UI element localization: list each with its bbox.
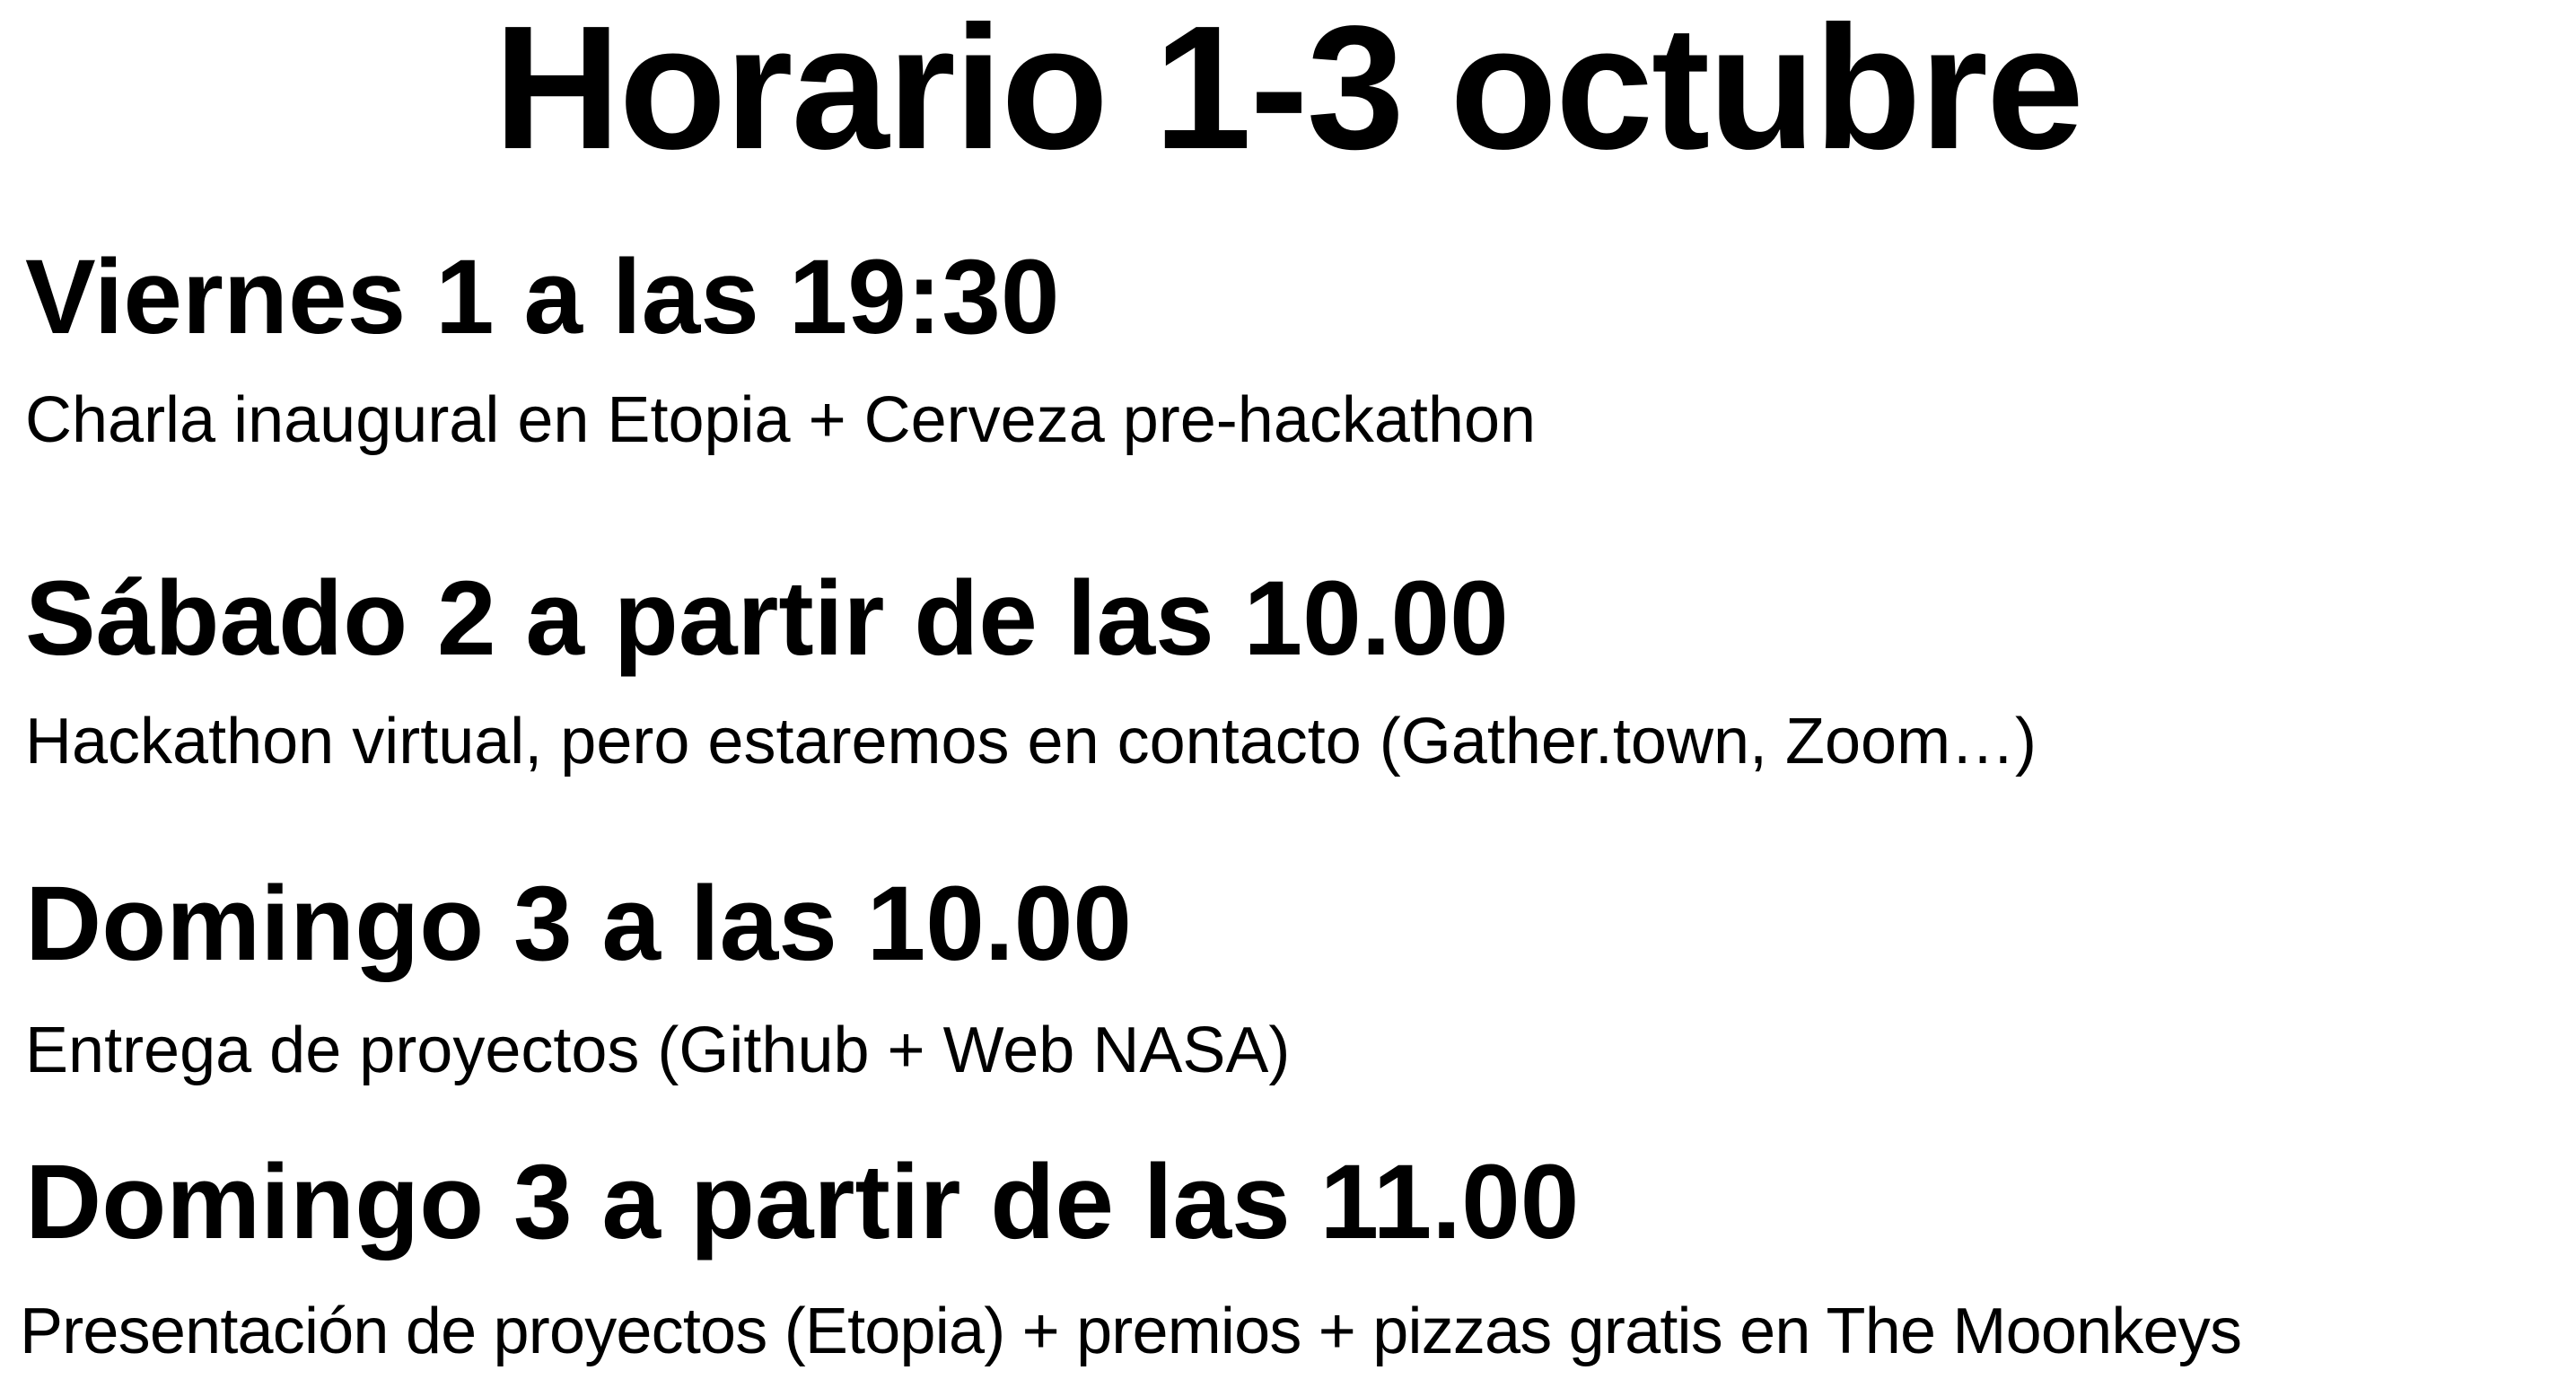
schedule-description-sunday-presentation: Presentación de proyectos (Etopia) + pre… bbox=[20, 1296, 2242, 1367]
page-title: Horario 1-3 octubre bbox=[494, 0, 2084, 186]
schedule-heading-sunday-presentation: Domingo 3 a partir de las 11.00 bbox=[25, 1143, 1580, 1261]
schedule-description-saturday: Hackathon virtual, pero estaremos en con… bbox=[25, 706, 2037, 777]
schedule-heading-sunday-delivery: Domingo 3 a las 10.00 bbox=[25, 865, 1132, 983]
schedule-description-sunday-delivery: Entrega de proyectos (Github + Web NASA) bbox=[25, 1015, 1291, 1086]
schedule-slide: Horario 1-3 octubre Viernes 1 a las 19:3… bbox=[0, 0, 2576, 1388]
schedule-description-friday: Charla inaugural en Etopia + Cerveza pre… bbox=[25, 384, 1537, 456]
schedule-heading-friday: Viernes 1 a las 19:30 bbox=[25, 238, 1060, 356]
schedule-heading-saturday: Sábado 2 a partir de las 10.00 bbox=[25, 559, 1509, 678]
